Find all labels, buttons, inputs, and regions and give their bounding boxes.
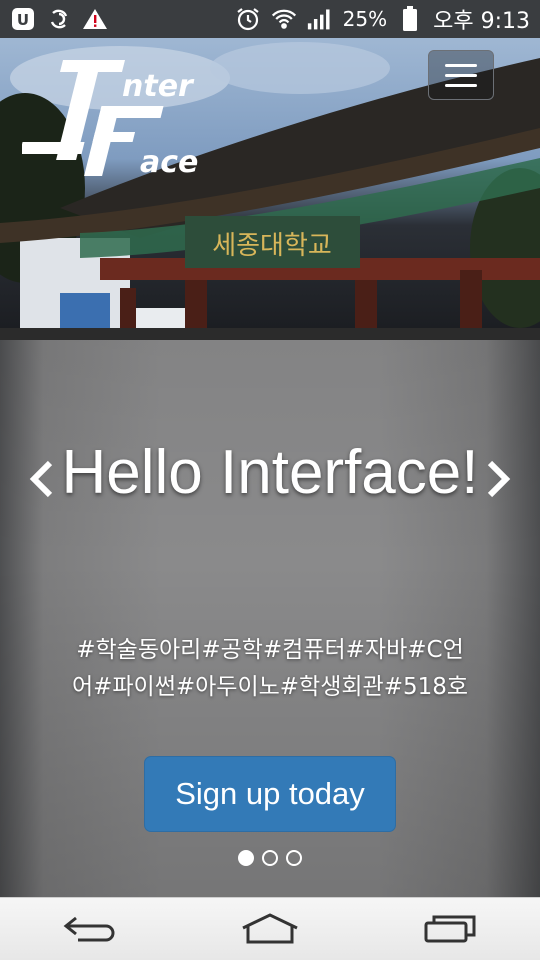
logo-text-top: nter [122,69,195,104]
carousel-indicator-2[interactable] [262,850,278,866]
warning-icon [82,6,108,32]
system-navigation-bar [0,897,540,960]
chevron-left-icon [29,460,53,498]
carousel-tags: #학술동아리#공학#컴퓨터#자바#C언어#파이썬#아두이노#학생회관#518호 [71,637,469,700]
recent-apps-icon [424,915,476,943]
home-icon [242,913,298,944]
hamburger-icon [445,63,477,67]
sync-icon [46,6,72,32]
hero-carousel: Hello Interface! #학술동아리#공학#컴퓨터#자바#C언어#파이… [0,340,540,897]
battery-icon [397,6,423,32]
carousel-indicators [0,850,540,866]
gate-sign: 세종대학교 [212,231,332,261]
status-bar: U 25% 오후 9:13 [0,0,540,38]
svg-text:U: U [17,11,29,29]
carousel-next-button[interactable] [478,457,518,501]
chevron-right-icon [487,460,511,498]
carousel-headline: Hello Interface! [61,438,479,507]
signal-icon [307,6,333,32]
carousel-prev-button[interactable] [22,457,62,501]
carousel-indicator-3[interactable] [286,850,302,866]
carousel-indicator-1[interactable] [238,850,254,866]
u-plus-icon: U [10,6,36,32]
battery-percent: 25% [342,7,388,31]
clock: 오후 9:13 [433,9,530,34]
recent-apps-button[interactable] [410,904,490,954]
hero-image: 세종대학교 nter ace [0,38,540,340]
logo-text-bottom: ace [140,145,198,176]
home-button[interactable] [230,904,310,954]
wifi-icon [271,6,297,32]
hamburger-menu-button[interactable] [428,50,494,100]
interface-logo[interactable]: nter ace [19,56,212,180]
back-icon [63,916,115,942]
back-button[interactable] [50,904,130,954]
alarm-icon [235,6,261,32]
sign-up-button[interactable]: Sign up today [144,756,396,832]
